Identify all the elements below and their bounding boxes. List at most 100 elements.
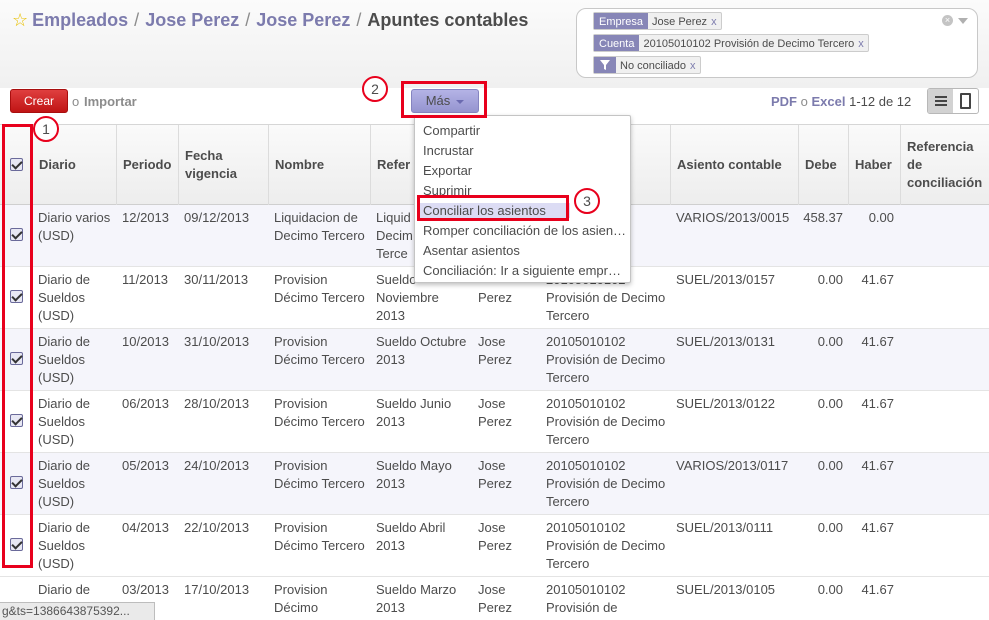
cell-periodo: 10/2013 xyxy=(122,334,169,349)
cell-diario: Diario de Sueldos (USD) xyxy=(38,272,91,323)
list-view-button[interactable] xyxy=(928,89,953,113)
facet-category: Empresa xyxy=(594,13,649,29)
annotation-box-checkboxes xyxy=(2,124,33,568)
breadcrumb-separator: / xyxy=(356,10,362,30)
cell-haber: 41.67 xyxy=(861,520,894,535)
cell-referencia: Sueldo Mayo 2013 xyxy=(376,458,452,491)
form-view-icon xyxy=(960,93,971,109)
cell-haber: 41.67 xyxy=(861,458,894,473)
cell-cuenta: 20105010102 Provisión de Decimo Tercero xyxy=(546,334,666,385)
cell-referencia: Sueldo Octubre 2013 xyxy=(376,334,467,367)
breadcrumb-partner[interactable]: Jose Perez xyxy=(256,10,350,31)
cell-fecha: 31/10/2013 xyxy=(184,334,250,349)
cell-nombre: Liquidacion de Decimo Tercero xyxy=(274,210,365,243)
facet-remove-icon[interactable]: x xyxy=(858,35,868,51)
col-header-asiento[interactable]: Asiento contable xyxy=(670,125,798,205)
cell-nombre: Provision Décimo Tercero xyxy=(274,520,365,553)
col-header-periodo[interactable]: Periodo xyxy=(116,125,178,205)
cell-haber: 41.67 xyxy=(861,334,894,349)
search-facet-empresa[interactable]: Empresa Jose Perez x xyxy=(593,12,722,30)
cell-cuenta: 20105010102 Provisión de Decimo Tercero xyxy=(546,520,666,571)
menu-item-incrustar[interactable]: Incrustar xyxy=(423,143,627,158)
cell-empresa: Jose Perez xyxy=(478,520,512,553)
cell-asiento: SUEL/2013/0105 xyxy=(676,582,776,597)
search-dropdown-icon[interactable] xyxy=(958,18,968,24)
facet-category: Cuenta xyxy=(594,35,640,51)
cell-fecha: 24/10/2013 xyxy=(184,458,250,473)
cell-periodo: 06/2013 xyxy=(122,396,169,411)
annotation-badge-1: 1 xyxy=(33,116,59,142)
star-icon[interactable]: ☆ xyxy=(12,10,28,31)
cell-periodo: 12/2013 xyxy=(122,210,169,225)
col-header-haber[interactable]: Haber xyxy=(848,125,900,205)
cell-fecha: 22/10/2013 xyxy=(184,520,250,535)
search-facet-cuenta[interactable]: Cuenta 20105010102 Provisión de Decimo T… xyxy=(593,34,869,52)
cell-debe: 0.00 xyxy=(817,272,843,287)
menu-item-asentar[interactable]: Asentar asientos xyxy=(423,243,627,258)
col-header-referencia-conciliacion[interactable]: Referencia de conciliación xyxy=(900,125,989,205)
cell-diario: Diario de xyxy=(38,582,91,597)
search-facet-filter[interactable]: No conciliado x xyxy=(593,56,701,74)
facet-value: 20105010102 Provisión de Decimo Tercero xyxy=(643,38,855,50)
page-title: Apuntes contables xyxy=(367,10,529,30)
table-row[interactable]: Diario de Sueldos (USD) 06/2013 28/10/20… xyxy=(0,391,989,453)
facet-remove-icon[interactable]: x xyxy=(711,13,721,29)
cell-haber: 41.67 xyxy=(861,272,894,287)
cell-referencia: Sueldo Marzo 2013 xyxy=(376,582,457,615)
menu-item-romper-conciliacion[interactable]: Romper conciliación de los asientos xyxy=(423,223,627,238)
cell-empresa: Jose Perez xyxy=(478,396,512,429)
cell-cuenta: 20105010102 Provisión de Decimo Tercero xyxy=(546,458,666,509)
menu-item-exportar[interactable]: Exportar xyxy=(423,163,627,178)
cell-debe: 0.00 xyxy=(817,396,843,411)
cell-empresa: Jose Perez xyxy=(478,582,512,615)
breadcrumb-employee[interactable]: Jose Perez xyxy=(145,10,239,31)
breadcrumb-empleados[interactable]: Empleados xyxy=(32,10,128,31)
pager-value[interactable]: 1-12 de 12 xyxy=(849,94,911,109)
export-links: PDF o Excel 1-12 de 12 xyxy=(771,94,911,109)
clear-search-icon[interactable]: × xyxy=(942,15,953,26)
create-button[interactable]: Crear xyxy=(10,89,68,113)
form-view-button[interactable] xyxy=(953,89,978,113)
or-text: o xyxy=(800,94,808,109)
import-link[interactable]: Importar xyxy=(84,94,137,109)
menu-item-compartir[interactable]: Compartir xyxy=(423,123,627,138)
cell-nombre: Provision Décimo Tercero xyxy=(274,334,365,367)
cell-referencia: Sueldo Abril 2013 xyxy=(376,520,446,553)
facet-value: No conciliado xyxy=(620,60,687,72)
table-row[interactable]: Diario de Sueldos (USD) 05/2013 24/10/20… xyxy=(0,453,989,515)
cell-diario: Diario varios (USD) xyxy=(38,210,111,243)
status-bar-url: g&ts=1386643875392... xyxy=(0,602,155,620)
cell-haber: 41.67 xyxy=(861,396,894,411)
col-header-fecha[interactable]: Fecha vigencia xyxy=(178,125,268,205)
cell-nombre: Provision Décimo xyxy=(274,582,328,615)
cell-nombre: Provision Décimo Tercero xyxy=(274,458,365,491)
facet-value: Jose Perez xyxy=(652,16,708,28)
search-box[interactable]: Empresa Jose Perez x Cuenta 20105010102 … xyxy=(576,8,978,78)
cell-diario: Diario de Sueldos (USD) xyxy=(38,396,91,447)
col-header-nombre[interactable]: Nombre xyxy=(268,125,370,205)
cell-asiento: SUEL/2013/0111 xyxy=(676,520,774,535)
cell-haber: 41.67 xyxy=(861,582,894,597)
breadcrumb: ☆ Empleados / Jose Perez / Jose Perez / … xyxy=(12,10,528,31)
view-switcher xyxy=(927,88,979,114)
table-row[interactable]: Diario de Sueldos (USD) 10/2013 31/10/20… xyxy=(0,329,989,391)
cell-diario: Diario de Sueldos (USD) xyxy=(38,520,91,571)
annotation-badge-3: 3 xyxy=(574,188,600,214)
cell-debe: 0.00 xyxy=(817,582,843,597)
table-row[interactable]: Diario de Sueldos (USD) 04/2013 22/10/20… xyxy=(0,515,989,577)
excel-link[interactable]: Excel xyxy=(811,94,845,109)
pdf-link[interactable]: PDF xyxy=(771,94,797,109)
cell-fecha: 09/12/2013 xyxy=(184,210,250,225)
filter-icon xyxy=(594,57,616,73)
facet-remove-icon[interactable]: x xyxy=(690,57,700,73)
cell-debe: 0.00 xyxy=(817,520,843,535)
cell-nombre: Provision Décimo Tercero xyxy=(274,396,365,429)
cell-periodo: 03/2013 xyxy=(122,582,169,597)
menu-item-siguiente-empresa[interactable]: Conciliación: Ir a siguiente empresa xyxy=(423,263,627,278)
cell-debe: 0.00 xyxy=(817,334,843,349)
cell-fecha: 17/10/2013 xyxy=(184,582,250,597)
cell-asiento: SUEL/2013/0157 xyxy=(676,272,776,287)
cell-asiento: SUEL/2013/0131 xyxy=(676,334,776,349)
col-header-debe[interactable]: Debe xyxy=(798,125,848,205)
cell-debe: 0.00 xyxy=(817,458,843,473)
